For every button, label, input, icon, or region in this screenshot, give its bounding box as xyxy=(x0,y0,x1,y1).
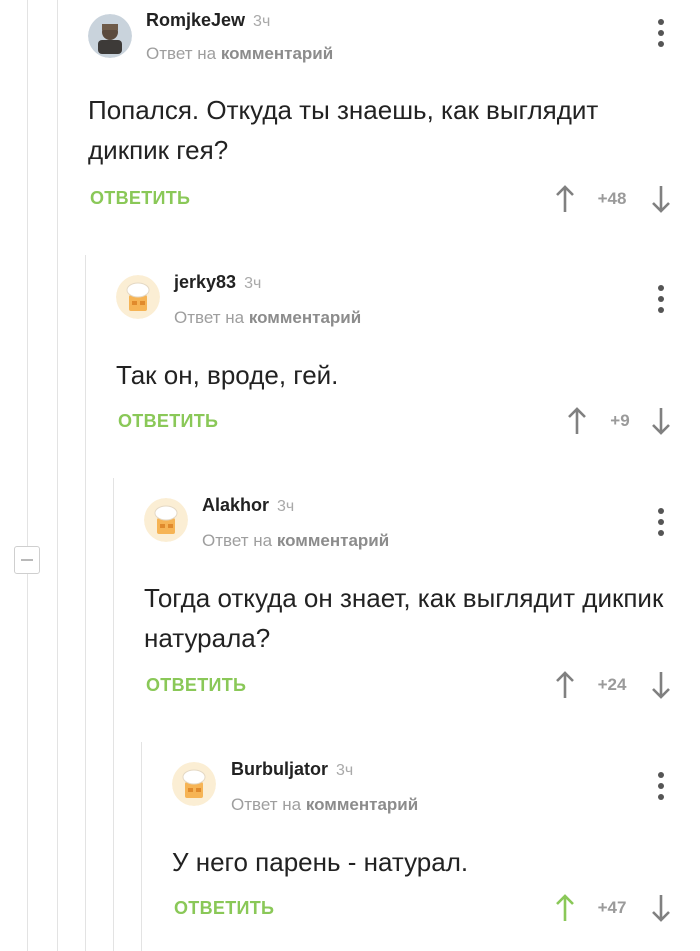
kebab-menu-icon[interactable] xyxy=(658,19,664,52)
vote-controls: +47 xyxy=(550,893,676,923)
reply-to-link[interactable]: Ответ на комментарий xyxy=(174,308,361,328)
arrow-up-icon[interactable] xyxy=(554,893,576,923)
timestamp: 3ч xyxy=(253,13,271,30)
chef-hat-avatar-icon[interactable] xyxy=(144,498,188,542)
reply-button[interactable]: ОТВЕТИТЬ xyxy=(146,675,246,696)
comment-text: У него парень - натурал. xyxy=(172,847,469,877)
reply-to-link[interactable]: Ответ на комментарий xyxy=(231,795,418,815)
arrow-up-icon[interactable] xyxy=(554,670,576,700)
score: +48 xyxy=(597,189,627,208)
kebab-menu-icon[interactable] xyxy=(658,285,664,318)
collapse-thread-button[interactable] xyxy=(14,546,40,574)
chef-hat-avatar-icon[interactable] xyxy=(116,275,160,319)
thread-line-1 xyxy=(27,0,28,951)
thread-line-4 xyxy=(113,478,114,951)
vote-controls: +24 xyxy=(550,670,676,700)
score: +24 xyxy=(597,675,627,694)
username[interactable]: Alakhor 3ч xyxy=(202,495,294,516)
timestamp: 3ч xyxy=(336,762,354,779)
reply-button[interactable]: ОТВЕТИТЬ xyxy=(174,898,274,919)
kebab-menu-icon[interactable] xyxy=(658,508,664,541)
kebab-menu-icon[interactable] xyxy=(658,772,664,805)
avatar[interactable] xyxy=(88,14,132,58)
reply-to-link[interactable]: Ответ на комментарий xyxy=(202,531,389,551)
username[interactable]: Burbuljator 3ч xyxy=(231,759,353,780)
vote-controls: +9 xyxy=(562,406,676,436)
username[interactable]: jerky83 3ч xyxy=(174,272,261,293)
arrow-down-icon[interactable] xyxy=(650,893,672,923)
thread-line-2 xyxy=(57,0,58,951)
score: +47 xyxy=(597,898,627,917)
thread-line-3 xyxy=(85,255,86,951)
vote-controls: +48 xyxy=(550,184,676,214)
reply-button[interactable]: ОТВЕТИТЬ xyxy=(90,188,190,209)
arrow-down-icon[interactable] xyxy=(650,184,672,214)
username[interactable]: RomjkeJew 3ч xyxy=(146,10,270,31)
score: +9 xyxy=(610,411,630,430)
timestamp: 3ч xyxy=(277,498,295,515)
thread-line-5 xyxy=(141,742,142,951)
chef-hat-avatar-icon[interactable] xyxy=(172,762,216,806)
comment-text: Тогда откуда он знает, как выглядит дикп… xyxy=(144,583,664,653)
reply-button[interactable]: ОТВЕТИТЬ xyxy=(118,411,218,432)
arrow-down-icon[interactable] xyxy=(650,406,672,436)
comment-text: Так он, вроде, гей. xyxy=(116,360,339,390)
arrow-up-icon[interactable] xyxy=(566,406,588,436)
arrow-up-icon[interactable] xyxy=(554,184,576,214)
arrow-down-icon[interactable] xyxy=(650,670,672,700)
reply-to-link[interactable]: Ответ на комментарий xyxy=(146,44,333,64)
comment-text: Попался. Откуда ты знаешь, как выглядит … xyxy=(88,95,599,165)
timestamp: 3ч xyxy=(244,275,262,292)
